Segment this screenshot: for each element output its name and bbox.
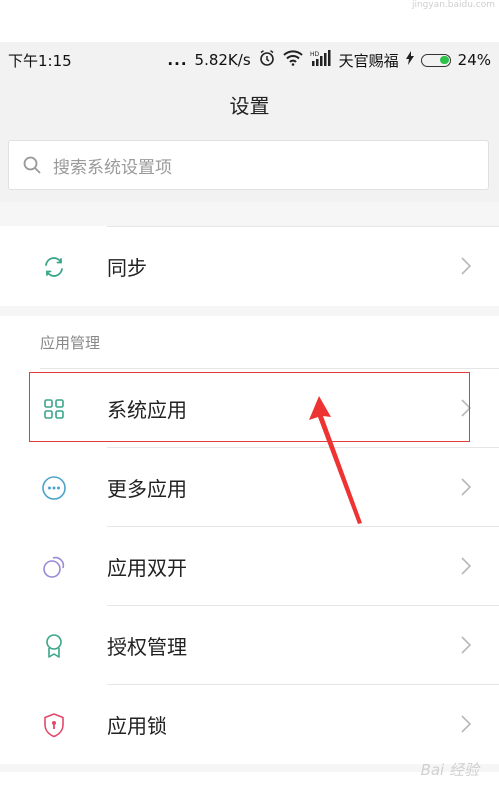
sync-item[interactable]: 同步 bbox=[0, 227, 499, 306]
watermark-logo: Bai 经验 bbox=[420, 761, 479, 779]
charging-icon bbox=[405, 51, 414, 69]
item-app-lock[interactable]: 应用锁 bbox=[0, 685, 499, 764]
status-right: ... 5.82K/s HD 天官赐福 24% bbox=[167, 49, 491, 71]
status-time: 下午1:15 bbox=[8, 51, 72, 70]
signal-icon: HD bbox=[310, 50, 332, 70]
battery-level bbox=[439, 55, 449, 64]
chevron-right-icon bbox=[461, 715, 472, 737]
search-area: 搜索系统设置项 bbox=[0, 130, 499, 202]
page-title-bar: 设置 bbox=[0, 78, 499, 130]
highlight-box bbox=[29, 372, 470, 442]
chevron-right-icon bbox=[461, 478, 472, 500]
search-icon bbox=[23, 156, 41, 174]
chevron-right-icon bbox=[461, 557, 472, 579]
status-dots: ... bbox=[167, 51, 188, 69]
watermark-top: jingyan.baidu.com bbox=[411, 0, 495, 10]
item-permission-management[interactable]: 授权管理 bbox=[0, 606, 499, 685]
status-bar: 下午1:15 ... 5.82K/s HD 天官赐福 24% bbox=[0, 42, 499, 78]
sync-icon bbox=[40, 253, 68, 281]
item-label: 应用双开 bbox=[107, 556, 187, 580]
item-label: 授权管理 bbox=[107, 635, 187, 659]
item-dual-apps[interactable]: 应用双开 bbox=[0, 527, 499, 606]
annotation-arrow bbox=[309, 396, 362, 524]
page-title: 设置 bbox=[229, 93, 270, 118]
alarm-icon bbox=[258, 49, 276, 71]
item-label: 更多应用 bbox=[107, 477, 187, 501]
carrier-name: 天官赐福 bbox=[338, 51, 399, 70]
battery-percent: 24% bbox=[457, 51, 491, 69]
wifi-icon bbox=[282, 50, 303, 70]
item-label: 应用锁 bbox=[107, 714, 167, 738]
chevron-right-icon bbox=[461, 636, 472, 658]
chevron-right-icon bbox=[461, 257, 472, 279]
more-apps-icon bbox=[40, 474, 68, 502]
section-title: 应用管理 bbox=[0, 316, 499, 369]
app-lock-icon bbox=[40, 711, 68, 739]
item-more-apps[interactable]: 更多应用 bbox=[0, 448, 499, 527]
network-speed: 5.82K/s bbox=[194, 51, 251, 69]
battery-icon bbox=[420, 53, 451, 67]
sync-card: 同步 bbox=[0, 226, 499, 306]
search-input[interactable]: 搜索系统设置项 bbox=[8, 140, 489, 190]
search-placeholder: 搜索系统设置项 bbox=[53, 157, 172, 178]
permission-badge-icon bbox=[40, 632, 68, 660]
sync-label: 同步 bbox=[107, 256, 147, 280]
svg-text:HD: HD bbox=[310, 51, 320, 58]
dual-apps-icon bbox=[40, 553, 68, 581]
